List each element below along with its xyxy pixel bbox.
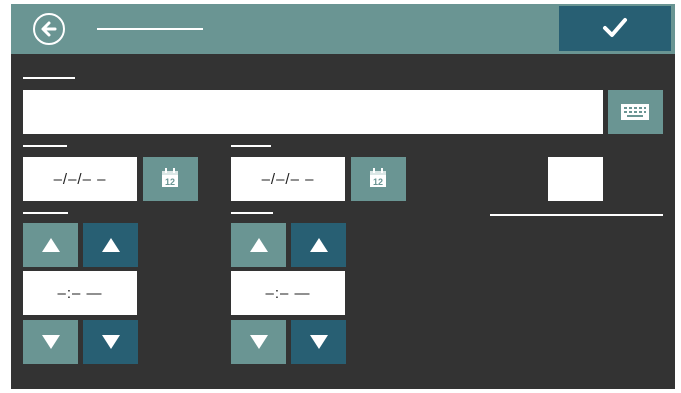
calendar-icon: 12 — [162, 168, 178, 187]
top-bar — [11, 4, 675, 54]
end-minute-up-button[interactable] — [291, 223, 346, 267]
confirm-button[interactable] — [559, 6, 671, 51]
triangle-up-icon — [42, 238, 60, 252]
end-calendar-button[interactable]: 12 — [351, 157, 406, 201]
end-hour-down-button[interactable] — [231, 320, 286, 364]
triangle-up-icon — [310, 238, 328, 252]
text-field-label — [23, 77, 75, 79]
triangle-down-icon — [42, 335, 60, 349]
end-date-field[interactable]: –/–/– – — [231, 157, 345, 201]
triangle-up-icon — [250, 238, 268, 252]
calendar-icon: 12 — [370, 168, 386, 187]
start-time-field[interactable]: –:– — — [23, 271, 137, 315]
svg-text:12: 12 — [373, 177, 383, 187]
svg-text:12: 12 — [165, 177, 175, 187]
triangle-down-icon — [102, 335, 120, 349]
divider-line — [490, 214, 663, 216]
end-minute-down-button[interactable] — [291, 320, 346, 364]
blank-box[interactable] — [548, 157, 603, 201]
end-time-label — [231, 212, 273, 214]
triangle-down-icon — [310, 335, 328, 349]
app-window: –/–/– – 12 –/–/– – 12 –:– — –:– — — [11, 4, 675, 389]
start-date-field[interactable]: –/–/– – — [23, 157, 137, 201]
page-title — [97, 28, 203, 30]
checkmark-icon — [603, 18, 627, 37]
start-minute-down-button[interactable] — [83, 320, 138, 364]
triangle-up-icon — [102, 238, 120, 252]
end-date-label — [231, 145, 271, 147]
end-hour-up-button[interactable] — [231, 223, 286, 267]
end-time-field[interactable]: –:– — — [231, 271, 345, 315]
keyboard-button[interactable] — [608, 90, 663, 134]
text-input[interactable] — [23, 90, 603, 134]
start-minute-up-button[interactable] — [83, 223, 138, 267]
start-hour-down-button[interactable] — [23, 320, 78, 364]
back-arrow-circle-icon — [41, 21, 57, 37]
start-calendar-button[interactable]: 12 — [143, 157, 198, 201]
start-date-label — [23, 145, 67, 147]
start-time-label — [23, 212, 68, 214]
triangle-down-icon — [250, 335, 268, 349]
keyboard-icon — [621, 104, 649, 120]
start-hour-up-button[interactable] — [23, 223, 78, 267]
back-button[interactable] — [33, 13, 65, 45]
